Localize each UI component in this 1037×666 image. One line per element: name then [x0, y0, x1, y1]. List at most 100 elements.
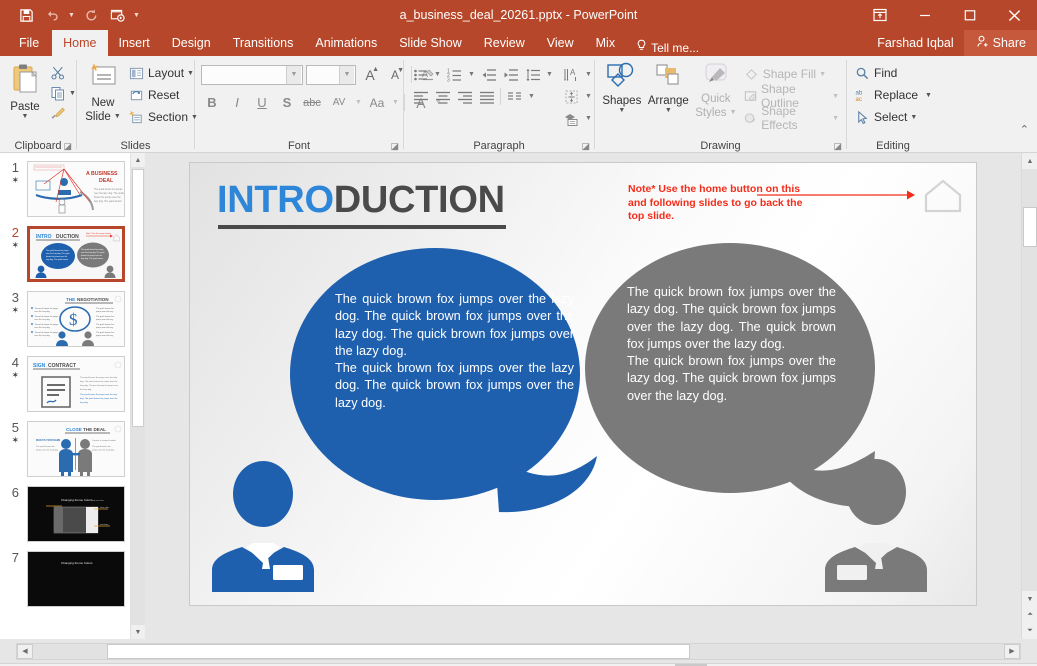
next-slide-icon[interactable]: ⏷: [1022, 623, 1037, 639]
font-size-input[interactable]: [307, 65, 339, 84]
tab-view[interactable]: View: [536, 30, 585, 56]
drawing-dialog-launcher-icon[interactable]: ◪: [833, 141, 842, 152]
undo-dropdown-caret[interactable]: ▼: [66, 4, 77, 26]
convert-to-smartart-button[interactable]: [561, 108, 582, 129]
tell-me-search[interactable]: Tell me...: [626, 39, 709, 56]
columns-caret-icon[interactable]: ▼: [526, 86, 537, 107]
scrollbar-thumb[interactable]: [1023, 207, 1037, 247]
bold-button[interactable]: B: [201, 92, 223, 113]
paste-button[interactable]: Paste ▼: [4, 60, 46, 122]
list-item[interactable]: 4 ✶ SIGN CONTRACT The quick brown fox ju…: [0, 356, 130, 412]
slide-thumbnail-list[interactable]: 1 ✶ A BUSINESS DEAL The quick brown fox …: [0, 153, 130, 639]
scroll-right-icon[interactable]: ▶: [1004, 643, 1020, 659]
format-painter-button[interactable]: [46, 103, 79, 123]
tab-file[interactable]: File: [6, 30, 52, 56]
maximize-icon[interactable]: [947, 0, 992, 30]
scrollbar-thumb[interactable]: [107, 643, 690, 659]
collapse-ribbon-icon[interactable]: ⌃: [1020, 123, 1029, 136]
align-text-button[interactable]: [561, 86, 582, 107]
italic-button[interactable]: I: [226, 92, 248, 113]
list-item[interactable]: 2 ✶ INTRO DUCTION Note* Use the home but…: [0, 226, 130, 282]
increase-font-size-button[interactable]: A ▲: [359, 64, 381, 85]
font-size-box[interactable]: ▼: [306, 64, 356, 85]
justify-button[interactable]: [476, 86, 497, 107]
replace-button[interactable]: ab ac Replace ▼: [851, 84, 935, 106]
shape-fill-caret-icon[interactable]: ▼: [819, 71, 826, 78]
scroll-down-icon[interactable]: ▼: [131, 625, 145, 639]
scroll-left-icon[interactable]: ◀: [17, 643, 33, 659]
font-size-caret-icon[interactable]: ▼: [339, 65, 354, 84]
businessman-blue-icon[interactable]: [210, 461, 316, 596]
new-slide-button[interactable]: New Slide ▼: [81, 60, 125, 125]
quick-styles-button[interactable]: Quick Styles ▼: [692, 60, 740, 121]
tab-animations[interactable]: Animations: [304, 30, 388, 56]
thumbnail-1[interactable]: A BUSINESS DEAL The quick brown fox jump…: [27, 161, 125, 217]
font-name-caret-icon[interactable]: ▼: [286, 65, 301, 84]
layout-button[interactable]: Layout ▼: [125, 62, 201, 84]
previous-slide-icon[interactable]: ⏶: [1022, 607, 1037, 623]
change-case-button[interactable]: Aa: [365, 92, 389, 113]
slide-canvas[interactable]: INTRODUCTION Note* Use the home button o…: [190, 163, 976, 605]
align-right-button[interactable]: [454, 86, 475, 107]
scroll-down-icon[interactable]: ▼: [1022, 591, 1037, 607]
arrange-caret-icon[interactable]: ▼: [665, 107, 672, 114]
text-direction-caret-icon[interactable]: ▼: [583, 64, 594, 85]
businessman-gray-icon[interactable]: [823, 459, 929, 596]
bullets-caret-icon[interactable]: ▼: [432, 64, 443, 85]
tab-transitions[interactable]: Transitions: [222, 30, 305, 56]
decrease-indent-button[interactable]: [478, 64, 499, 85]
thumbnail-2[interactable]: INTRO DUCTION Note* Use the home button …: [27, 226, 125, 282]
cut-button[interactable]: [46, 63, 79, 83]
list-item[interactable]: 7 Changing theme Colors: [0, 551, 130, 607]
clipboard-dialog-launcher-icon[interactable]: ◪: [63, 141, 72, 152]
slide-panel-scrollbar[interactable]: ▲ ▼: [130, 153, 145, 639]
select-button[interactable]: Select ▼: [851, 106, 935, 128]
align-text-caret-icon[interactable]: ▼: [583, 86, 594, 107]
reset-button[interactable]: Reset: [125, 84, 201, 106]
font-name-input[interactable]: [202, 65, 286, 84]
text-direction-button[interactable]: A: [561, 64, 582, 85]
section-button[interactable]: Section ▼: [125, 106, 201, 128]
quick-styles-caret-icon[interactable]: ▼: [730, 109, 737, 116]
tab-design[interactable]: Design: [161, 30, 222, 56]
font-dialog-launcher-icon[interactable]: ◪: [390, 141, 399, 152]
blue-bubble-text[interactable]: The quick brown fox jumps over the lazy …: [335, 291, 574, 412]
tab-mix[interactable]: Mix: [585, 30, 626, 56]
shape-outline-caret-icon[interactable]: ▼: [832, 93, 839, 100]
account-name[interactable]: Farshad Iqbal: [867, 36, 963, 50]
bullets-button[interactable]: [410, 64, 431, 85]
thumbnail-6[interactable]: Changing theme Colors and save them them…: [27, 486, 125, 542]
start-presentation-icon[interactable]: [105, 4, 129, 26]
copy-button[interactable]: ▼: [46, 83, 79, 103]
paragraph-dialog-launcher-icon[interactable]: ◪: [581, 141, 590, 152]
tab-slide-show[interactable]: Slide Show: [388, 30, 473, 56]
minimize-icon[interactable]: [902, 0, 947, 30]
align-center-button[interactable]: [432, 86, 453, 107]
strikethrough-button[interactable]: abc: [301, 92, 323, 113]
replace-caret-icon[interactable]: ▼: [925, 92, 932, 99]
stage-vertical-scrollbar[interactable]: ▲ ▼ ⏶ ⏷: [1021, 153, 1037, 639]
character-spacing-caret-icon[interactable]: ▼: [355, 99, 362, 106]
tab-home[interactable]: Home: [52, 30, 108, 56]
customize-qat-caret[interactable]: ▼: [131, 4, 142, 26]
shapes-caret-icon[interactable]: ▼: [618, 107, 625, 114]
columns-button[interactable]: [504, 86, 525, 107]
thumbnail-4[interactable]: SIGN CONTRACT The quick brown fox jumps …: [27, 356, 125, 412]
list-item[interactable]: 3 ✶ THE NEGOTIATION The quick brown fox …: [0, 291, 130, 347]
thumbnail-5[interactable]: CLOSE THE DEAL WHAT IS YOUR NAME The qui…: [27, 421, 125, 477]
layout-caret-icon[interactable]: ▼: [187, 70, 194, 77]
page-title[interactable]: INTRODUCTION: [217, 179, 505, 222]
thumbnail-7[interactable]: Changing theme Colors: [27, 551, 125, 607]
gray-bubble-text[interactable]: The quick brown fox jumps over the lazy …: [627, 284, 836, 405]
share-button[interactable]: Share: [963, 30, 1037, 56]
numbering-button[interactable]: 123: [444, 64, 465, 85]
align-left-button[interactable]: [410, 86, 431, 107]
decrease-font-size-button[interactable]: A ▼: [384, 64, 406, 85]
find-button[interactable]: Find: [851, 62, 935, 84]
new-slide-caret-icon[interactable]: ▼: [114, 113, 121, 120]
ribbon-display-options-icon[interactable]: [857, 0, 902, 30]
tab-insert[interactable]: Insert: [108, 30, 161, 56]
character-spacing-button[interactable]: AV: [326, 92, 352, 113]
arrange-button[interactable]: Arrange ▼: [645, 60, 692, 116]
scroll-up-icon[interactable]: ▲: [1022, 153, 1037, 169]
